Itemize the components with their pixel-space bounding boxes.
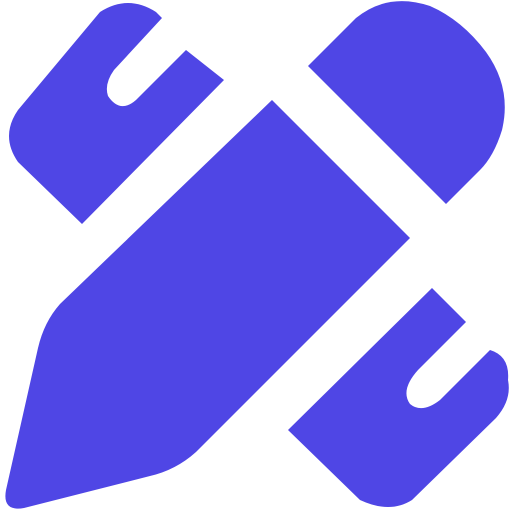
pencil-ruler-svg: [5, 1, 509, 509]
pencil-ruler-icon: [0, 0, 512, 512]
